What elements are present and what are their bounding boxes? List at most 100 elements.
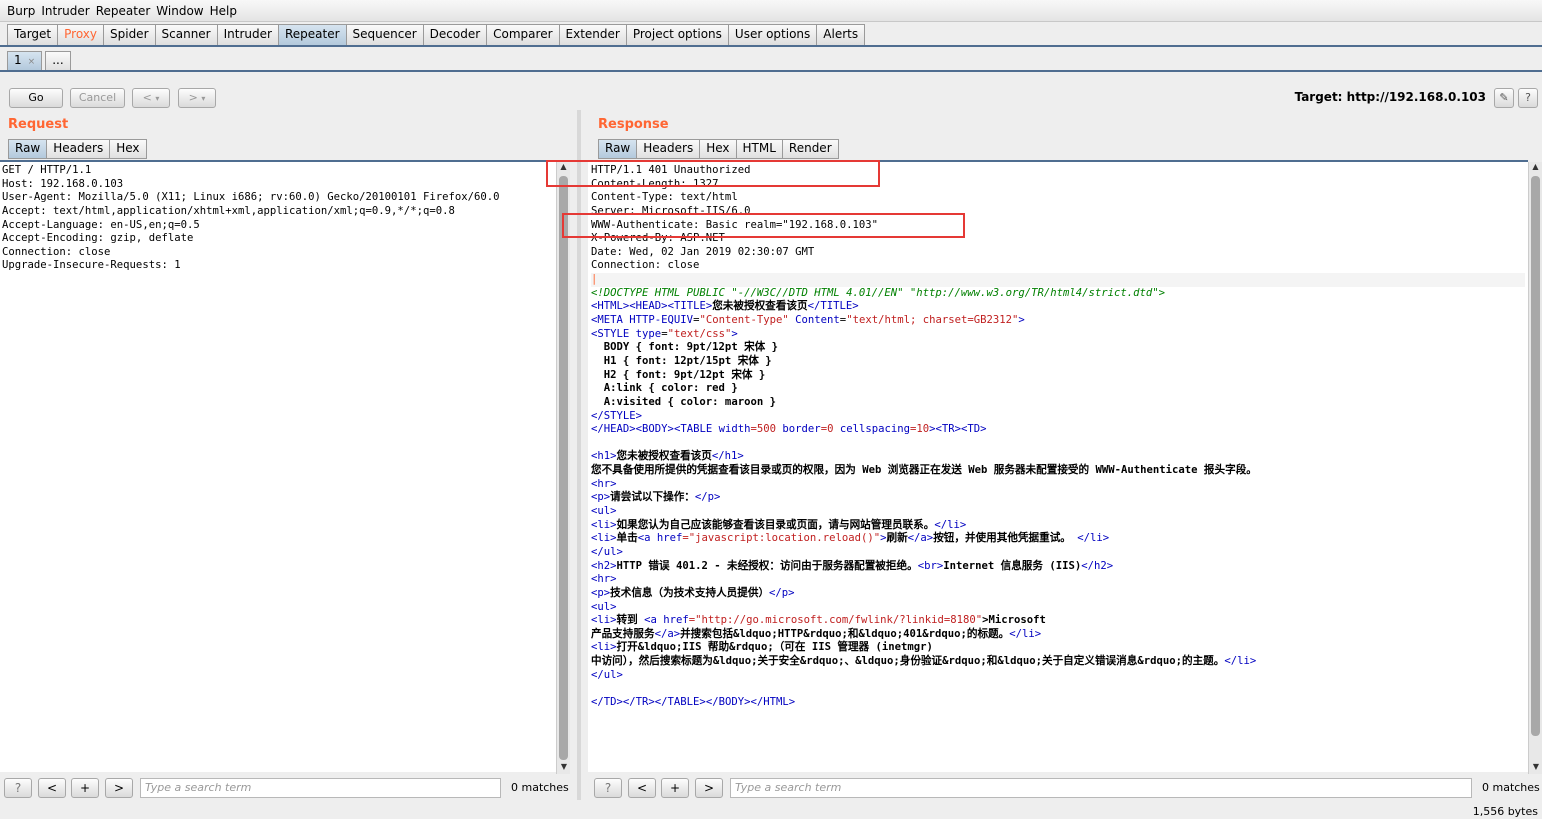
meta-line: <META HTTP-EQUIV="Content-Type" Content=…: [591, 314, 1025, 327]
request-search-input[interactable]: Type a search term: [140, 778, 501, 798]
repeater-tab-new[interactable]: ...: [45, 51, 71, 71]
response-editor[interactable]: HTTP/1.1 401 Unauthorized Content-Length…: [588, 160, 1528, 772]
repeater-tab-bar: 1 × ...: [7, 51, 74, 71]
request-tab-headers[interactable]: Headers: [46, 139, 111, 159]
help-icon[interactable]: ?: [1518, 88, 1538, 108]
tab-target[interactable]: Target: [7, 24, 59, 45]
tab-sequencer[interactable]: Sequencer: [345, 24, 424, 45]
ul-close-line: </ul>: [591, 668, 623, 681]
tab-intruder[interactable]: Intruder: [216, 24, 279, 45]
request-line: Upgrade-Insecure-Requests: 1: [2, 259, 181, 272]
response-tab-hex[interactable]: Hex: [699, 139, 737, 159]
response-scrollbar[interactable]: ▲ ▼: [1528, 162, 1542, 774]
body-line: </HEAD><BODY><TABLE width=500 border=0 c…: [591, 423, 987, 436]
tab-extender[interactable]: Extender: [558, 24, 627, 45]
response-search-input[interactable]: Type a search term: [730, 778, 1472, 798]
response-tab-raw[interactable]: Raw: [598, 139, 638, 159]
request-line: Host: 192.168.0.103: [2, 177, 124, 190]
request-search-prev-button[interactable]: <: [38, 778, 66, 798]
p-line: <p>技术信息（为技术支持人员提供）</p>: [591, 586, 795, 599]
request-search-add-button[interactable]: +: [71, 778, 99, 798]
tab-alerts[interactable]: Alerts: [816, 24, 866, 45]
forward-arrow-icon: >: [188, 91, 198, 104]
response-tab-html[interactable]: HTML: [735, 139, 783, 159]
highlight-status-box: [546, 160, 880, 187]
back-button[interactable]: < ▾: [132, 88, 170, 108]
scroll-thumb[interactable]: [1531, 176, 1540, 736]
h2-line: <h2>HTTP 错误 401.2 - 未经授权：访问由于服务器配置被拒绝。<b…: [591, 559, 1114, 572]
response-search-add-button[interactable]: +: [661, 778, 689, 798]
request-editor[interactable]: GET / HTTP/1.1 Host: 192.168.0.103 User-…: [0, 160, 556, 772]
highlight-auth-box: [562, 213, 965, 238]
tab-user-options[interactable]: User options: [727, 24, 818, 45]
response-tab-render[interactable]: Render: [781, 139, 839, 159]
response-header-line: Connection: close: [591, 259, 700, 272]
menu-help[interactable]: Help: [207, 4, 240, 18]
tab-scanner[interactable]: Scanner: [154, 24, 218, 45]
tab-repeater[interactable]: Repeater: [277, 24, 347, 45]
menu-repeater[interactable]: Repeater: [93, 4, 154, 18]
request-tab-hex[interactable]: Hex: [109, 139, 147, 159]
tab-proxy[interactable]: Proxy: [57, 24, 104, 45]
scroll-thumb[interactable]: [559, 176, 568, 760]
tab-comparer[interactable]: Comparer: [486, 24, 560, 45]
go-button[interactable]: Go: [9, 88, 63, 108]
request-line: Connection: close: [2, 245, 111, 258]
css-line: A:link { color: red }: [591, 382, 738, 395]
scroll-down-icon[interactable]: ▼: [557, 762, 571, 774]
response-search-help-icon[interactable]: ?: [594, 778, 622, 798]
scroll-down-icon[interactable]: ▼: [1529, 762, 1542, 774]
css-line: H2 { font: 9pt/12pt 宋体 }: [591, 368, 766, 381]
li-line-cont: 中访问），然后搜索标题为&ldquo;关于安全&rdquo;、&ldquo;身份…: [591, 655, 1257, 668]
request-title: Request: [8, 117, 69, 132]
h1-line: <h1>您未被授权查看该页</h1>: [591, 450, 744, 463]
li-line: <li>打开&ldquo;IIS 帮助&rdquo;（可在 IIS 管理器 (i…: [591, 641, 933, 654]
response-header-line: Date: Wed, 02 Jan 2019 02:30:07 GMT: [591, 245, 815, 258]
style-line: <STYLE type="text/css">: [591, 327, 738, 340]
ul-close-line: </ul>: [591, 545, 623, 558]
menu-intruder[interactable]: Intruder: [38, 4, 92, 18]
menu-burp[interactable]: Burp: [4, 4, 38, 18]
request-line: Accept-Encoding: gzip, deflate: [2, 232, 194, 245]
li-line: <li>如果您认为自己应该能够查看该目录或页面，请与网站管理员联系。</li>: [591, 518, 967, 531]
target-label: Target: http://192.168.0.103: [1294, 90, 1486, 104]
request-scrollbar[interactable]: ▲ ▼: [556, 162, 570, 774]
request-view-tabs: Raw Headers Hex: [8, 139, 147, 159]
back-arrow-icon: <: [142, 91, 152, 104]
response-search-prev-button[interactable]: <: [628, 778, 656, 798]
request-search-help-icon[interactable]: ?: [4, 778, 32, 798]
css-line: BODY { font: 9pt/12pt 宋体 }: [591, 341, 779, 354]
li-line-cont: 产品支持服务</a>并搜索包括&ldquo;HTTP&rdquo;和&ldquo…: [591, 627, 1042, 640]
css-line: A:visited { color: maroon }: [591, 395, 776, 408]
request-line: Accept-Language: en-US,en;q=0.5: [2, 218, 200, 231]
request-line: User-Agent: Mozilla/5.0 (X11; Linux i686…: [2, 191, 500, 204]
response-search-next-button[interactable]: >: [695, 778, 723, 798]
desc-line: 您不具备使用所提供的凭据查看该目录或页的权限，因为 Web 浏览器正在发送 We…: [591, 464, 1257, 477]
main-tab-divider: [0, 45, 1542, 47]
main-tab-bar: Target Proxy Spider Scanner Intruder Rep…: [7, 24, 866, 46]
response-tab-headers[interactable]: Headers: [636, 139, 701, 159]
repeater-tab-1[interactable]: 1 ×: [7, 51, 43, 71]
close-icon[interactable]: ×: [28, 57, 36, 67]
tab-spider[interactable]: Spider: [103, 24, 156, 45]
scroll-up-icon[interactable]: ▲: [1529, 162, 1542, 174]
edit-target-icon[interactable]: ✎: [1494, 88, 1514, 108]
ul-line: <ul>: [591, 505, 617, 518]
request-tab-raw[interactable]: Raw: [8, 139, 48, 159]
response-header-line: Content-Type: text/html: [591, 191, 738, 204]
request-matches-count: 0 matches: [511, 781, 569, 794]
tab-project-options[interactable]: Project options: [625, 24, 729, 45]
response-title: Response: [598, 117, 669, 132]
forward-button[interactable]: > ▾: [178, 88, 216, 108]
doctype-line: <!DOCTYPE HTML PUBLIC "-//W3C//DTD HTML …: [591, 286, 1166, 299]
li-line: <li>转到 <a href="http://go.microsoft.com/…: [591, 614, 1046, 627]
tab-decoder[interactable]: Decoder: [422, 24, 488, 45]
ul-line: <ul>: [591, 600, 617, 613]
css-line: H1 { font: 12pt/15pt 宋体 }: [591, 354, 772, 367]
cancel-button[interactable]: Cancel: [70, 88, 125, 108]
request-search-next-button[interactable]: >: [105, 778, 133, 798]
hr-line: <hr>: [591, 573, 617, 586]
menu-window[interactable]: Window: [153, 4, 206, 18]
